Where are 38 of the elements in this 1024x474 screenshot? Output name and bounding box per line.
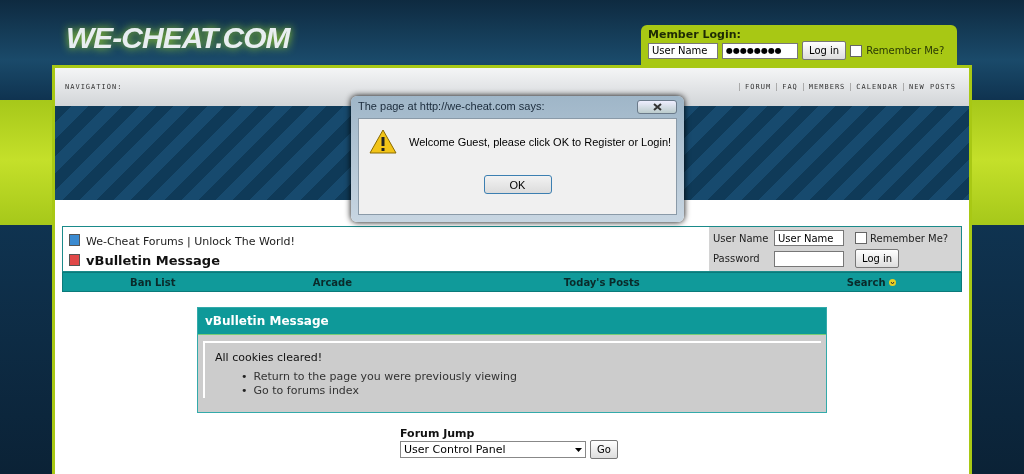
login-button[interactable]: Log in [855, 249, 900, 268]
remember-label: Remember Me? [866, 45, 945, 56]
username-label: User Name [713, 232, 770, 244]
password-field[interactable] [774, 250, 844, 267]
go-button[interactable]: Go [590, 440, 618, 459]
close-button[interactable] [637, 100, 677, 114]
nav-tab[interactable]: Ban List [63, 276, 243, 288]
remember-label: Remember Me? [870, 232, 949, 244]
login-button[interactable]: Log in [802, 41, 847, 60]
message-title: vBulletin Message [198, 308, 826, 335]
page-icon [69, 254, 80, 266]
username-field[interactable]: User Name [774, 230, 844, 246]
checkbox[interactable] [850, 44, 863, 57]
message-link[interactable]: Return to the page you were previously viewing [253, 370, 517, 384]
checkbox[interactable] [855, 232, 867, 244]
dialog-title: The page at http://we-cheat.com says: [358, 100, 545, 112]
nav-tab[interactable]: Search [781, 276, 961, 288]
caret-icon [575, 447, 582, 452]
bullet: • [241, 370, 248, 384]
bullet: • [241, 384, 248, 398]
nav-tab[interactable]: Today's Posts [422, 276, 782, 288]
close-icon [652, 103, 662, 111]
warning-icon [369, 129, 397, 154]
forum-jump-select[interactable]: User Control Panel [400, 441, 586, 458]
forum-jump-label: Forum Jump [400, 427, 476, 440]
message-link[interactable]: Go to forums index [253, 384, 359, 398]
forum-link[interactable]: We-Cheat Forums | Unlock The World! [86, 234, 295, 248]
page-title: vBulletin Message [86, 252, 220, 268]
login-title: Member Login: [648, 28, 742, 41]
dialog-message: Welcome Guest, please click OK to Register or Login! [409, 135, 672, 148]
forum-icon [69, 234, 80, 246]
nav-tab[interactable]: Arcade [242, 276, 423, 288]
message-text: All cookies cleared! [215, 351, 324, 364]
site-logo[interactable]: WE-CHEAT.COM [66, 21, 290, 55]
password-field[interactable]: ●●●●●●●● [722, 42, 798, 59]
password-label: Password [713, 253, 761, 264]
username-field[interactable]: User Name [648, 42, 718, 59]
ok-button[interactable]: OK [483, 175, 552, 194]
